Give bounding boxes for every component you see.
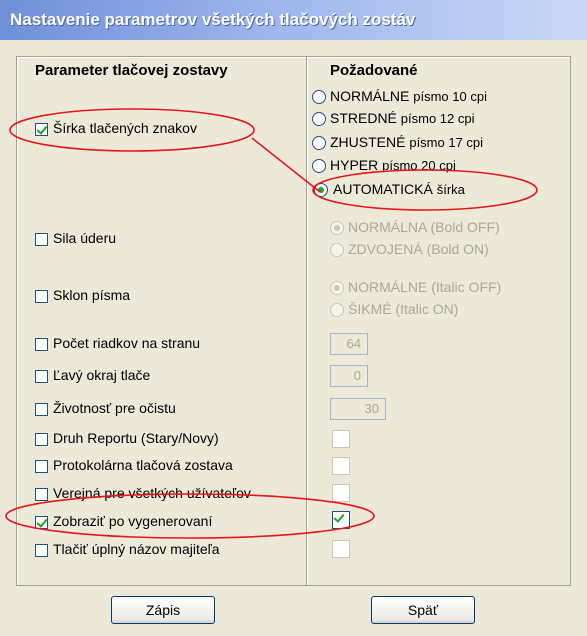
rows-per-page-field[interactable]: 64 (330, 333, 368, 355)
label-strike-force: Sila úderu (53, 230, 117, 246)
back-button[interactable]: Späť (371, 596, 475, 624)
radio-italic-on[interactable] (330, 303, 344, 317)
window-title: Nastavenie parametrov všetkých tlačových… (0, 0, 587, 40)
label-report-type: Druh Reportu (Stary/Novy) (53, 430, 219, 446)
checkbox-public-value[interactable] (332, 484, 350, 502)
radio-hyper-20cpi[interactable] (312, 159, 326, 173)
dialog-window: Nastavenie parametrov všetkých tlačových… (0, 0, 587, 636)
label-italic-on: ŠIKMÉ (Italic ON) (348, 301, 459, 317)
checkbox-full-owner-name[interactable] (35, 544, 48, 557)
checkbox-cleaning-lifetime[interactable] (35, 403, 48, 416)
label-show-after-generate: Zobraziť po vygenerovaní (53, 513, 213, 529)
radio-italic-off[interactable] (330, 281, 344, 295)
radio-normal-10cpi[interactable] (312, 90, 326, 104)
checkbox-strike-force[interactable] (35, 233, 48, 246)
save-button[interactable]: Zápis (111, 596, 215, 624)
label-bold-on: ZDVOJENÁ (Bold ON) (348, 241, 489, 257)
label-medium-12cpi: STREDNÉ písmo 12 cpi (330, 110, 475, 126)
label-rows-per-page: Počet riadkov na stranu (53, 335, 201, 351)
checkbox-left-margin[interactable] (35, 370, 48, 383)
parameters-header: Parameter tlačovej zostavy (35, 62, 228, 79)
label-protocol-report: Protokolárna tlačová zostava (53, 457, 233, 473)
radio-automatic-width[interactable] (314, 183, 328, 197)
cleaning-lifetime-field[interactable]: 30 (330, 398, 386, 420)
checkbox-full-owner-value[interactable] (332, 540, 350, 558)
label-italic-off: NORMÁLNE (Italic OFF) (348, 279, 502, 295)
radio-bold-off[interactable] (330, 221, 344, 235)
checkbox-public-all-users[interactable] (35, 488, 48, 501)
label-font-slant: Sklon písma (53, 287, 131, 303)
checkbox-report-type[interactable] (35, 433, 48, 446)
radio-bold-on[interactable] (330, 243, 344, 257)
checkbox-font-slant[interactable] (35, 290, 48, 303)
label-condensed-17cpi: ZHUSTENÉ písmo 17 cpi (330, 134, 484, 150)
label-automatic-width: AUTOMATICKÁ šírka (333, 181, 465, 197)
label-full-owner-name: Tlačiť úplný názov majiteľa (53, 541, 220, 557)
required-header: Požadované (330, 62, 418, 79)
checkbox-show-after-value[interactable] (332, 511, 350, 529)
label-public-all-users: Verejná pre všetkých užívateľov (53, 485, 251, 501)
left-margin-field[interactable]: 0 (330, 365, 368, 387)
radio-medium-12cpi[interactable] (312, 112, 326, 126)
radio-condensed-17cpi[interactable] (312, 136, 326, 150)
label-cleaning-lifetime: Životnosť pre očistu (53, 400, 176, 416)
checkbox-protocol-report[interactable] (35, 460, 48, 473)
label-char-width: Šírka tlačených znakov (53, 120, 197, 136)
checkbox-protocol-value[interactable] (332, 457, 350, 475)
checkbox-show-after-generate[interactable] (35, 516, 48, 529)
label-normal-10cpi: NORMÁLNE písmo 10 cpi (330, 88, 487, 104)
label-left-margin: Ľavý okraj tlače (53, 367, 151, 383)
checkbox-char-width[interactable] (35, 123, 48, 136)
checkbox-report-type-value[interactable] (332, 430, 350, 448)
label-bold-off: NORMÁLNA (Bold OFF) (348, 219, 500, 235)
checkbox-rows-per-page[interactable] (35, 338, 48, 351)
label-hyper-20cpi: HYPER písmo 20 cpi (330, 157, 456, 173)
